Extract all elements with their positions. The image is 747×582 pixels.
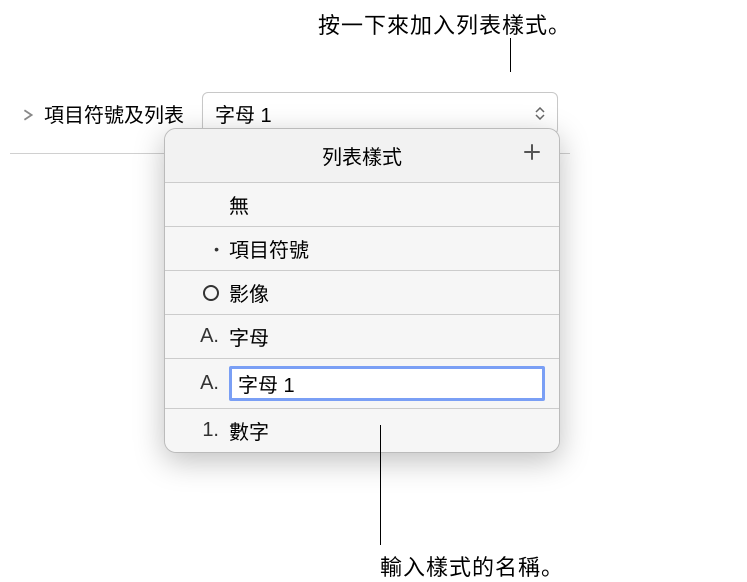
annotation-add-style: 按一下來加入列表樣式。	[318, 8, 571, 40]
inspector-panel: 項目符號及列表 字母 1 列表樣式 無 • 項目符號	[10, 72, 570, 492]
bullets-lists-label: 項目符號及列表	[44, 99, 184, 128]
list-item[interactable]: • 項目符號	[165, 227, 559, 271]
callout-line	[380, 425, 381, 545]
list-styles-list: 無 • 項目符號 影像 A. 字母 A. 1. 數字	[165, 183, 559, 452]
dropdown-selected-value: 字母 1	[215, 99, 272, 128]
list-item-label: 無	[229, 190, 545, 219]
list-item-label: 數字	[229, 416, 545, 445]
chevron-right-icon[interactable]	[22, 108, 34, 120]
list-marker: A.	[179, 325, 219, 348]
circle-icon	[179, 285, 219, 301]
plus-icon	[522, 142, 542, 162]
popover-title: 列表樣式	[322, 141, 402, 170]
list-item[interactable]: A. 字母	[165, 315, 559, 359]
style-name-input[interactable]	[229, 366, 545, 401]
list-item-label: 字母	[229, 322, 545, 351]
bullet-icon: •	[179, 241, 219, 257]
popover-header: 列表樣式	[165, 129, 559, 183]
list-item[interactable]: 影像	[165, 271, 559, 315]
list-item-label: 影像	[229, 278, 545, 307]
list-styles-popover: 列表樣式 無 • 項目符號 影像 A. 字母	[164, 128, 560, 453]
list-item[interactable]: 1. 數字	[165, 409, 559, 452]
add-style-button[interactable]	[519, 139, 545, 165]
list-marker: A.	[179, 372, 219, 395]
list-marker: 1.	[179, 419, 219, 442]
list-item-label: 項目符號	[229, 234, 545, 263]
list-item[interactable]: 無	[165, 183, 559, 227]
list-item[interactable]: A.	[165, 359, 559, 409]
chevron-up-down-icon	[535, 107, 545, 120]
annotation-enter-name: 輸入樣式的名稱。	[380, 550, 564, 582]
